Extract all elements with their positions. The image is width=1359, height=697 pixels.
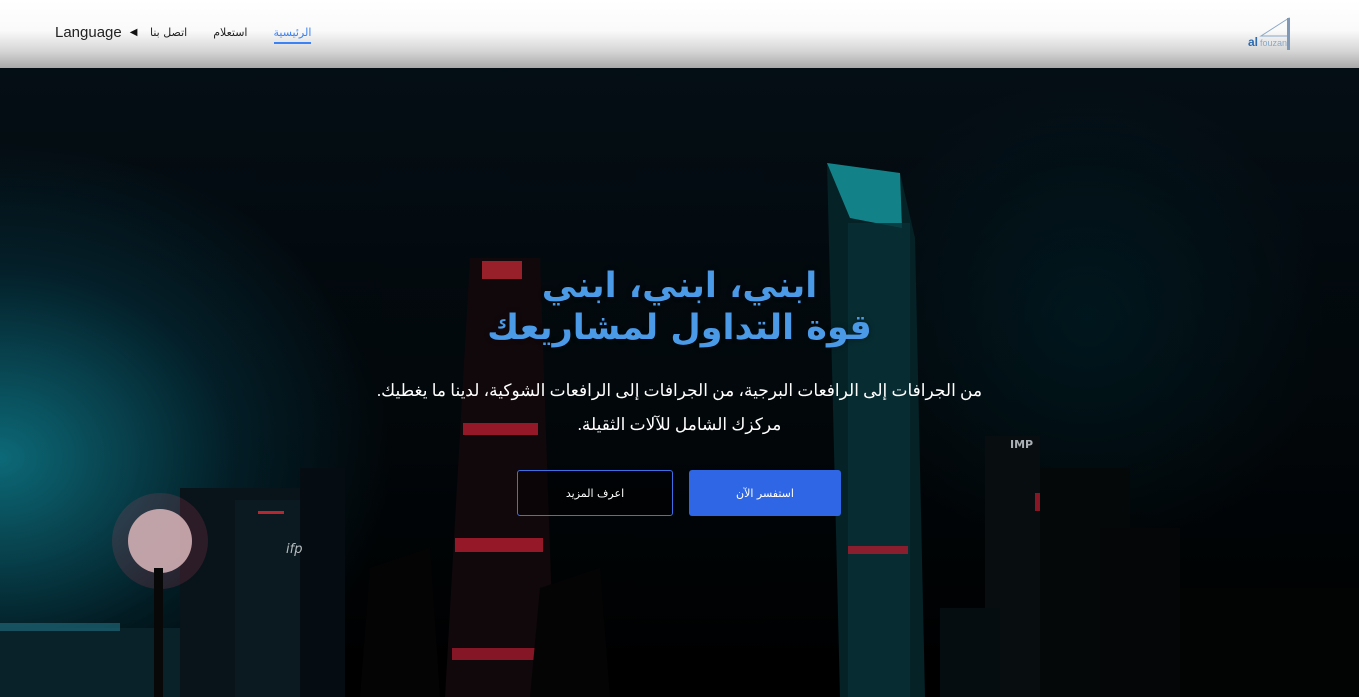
nav-links: اتصل بنا استعلام الرئيسية — [150, 26, 312, 44]
description-line-2: مركزك الشامل للآلات الثقيلة. — [577, 415, 782, 434]
headline-line-1: ابني، ابني، ابني — [541, 266, 818, 306]
inquire-now-label: استفسر الآن — [736, 486, 794, 500]
caret-left-icon: ◀ — [129, 27, 138, 38]
inquire-now-button[interactable]: استفسر الآن — [689, 470, 841, 516]
hero-description: من الجرافات إلى الرافعات البرجية، من الج… — [0, 374, 1359, 442]
learn-more-button[interactable]: اعرف المزيد — [517, 470, 673, 516]
nav-link-contact[interactable]: اتصل بنا — [150, 26, 187, 44]
hero-headline: ابني، ابني، ابني قوة التداول لمشاريعك — [0, 265, 1359, 349]
top-navbar: Language ◀ اتصل بنا استعلام الرئيسية al … — [0, 0, 1359, 68]
svg-text:fouzan: fouzan — [1260, 38, 1287, 48]
description-line-1: من الجرافات إلى الرافعات البرجية، من الج… — [376, 381, 983, 400]
language-selector[interactable]: Language ◀ — [55, 24, 137, 41]
hero-section: ifp IMP ابني، ابني، ابني قوة التداول لمش… — [0, 68, 1359, 697]
nav-link-inquiry[interactable]: استعلام — [213, 26, 247, 44]
nav-link-home[interactable]: الرئيسية — [273, 26, 312, 44]
headline-line-2: قوة التداول لمشاريعك — [487, 308, 872, 348]
svg-text:al: al — [1248, 35, 1258, 49]
alfouzan-logo[interactable]: al fouzan — [1247, 16, 1293, 52]
language-label: Language — [55, 24, 122, 41]
learn-more-label: اعرف المزيد — [565, 486, 625, 500]
